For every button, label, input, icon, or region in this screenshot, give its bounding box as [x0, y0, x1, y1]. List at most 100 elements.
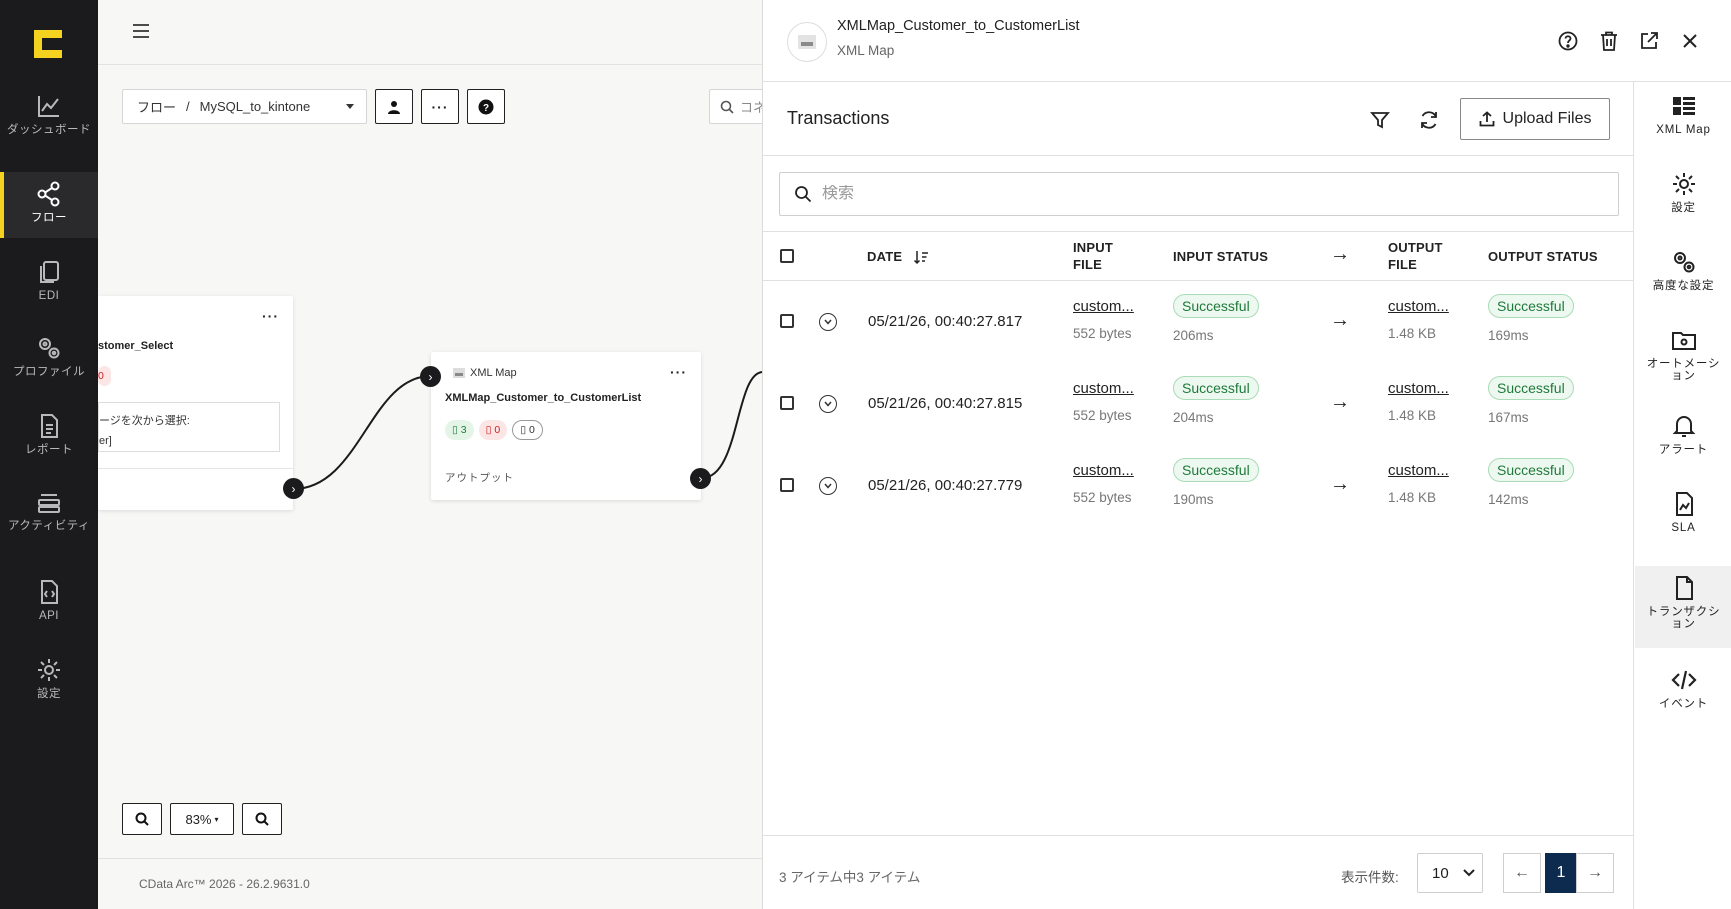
sort-descending-icon[interactable]	[913, 249, 929, 265]
close-button[interactable]	[1679, 30, 1701, 52]
zoom-level-dropdown[interactable]: 83% ▾	[170, 803, 234, 835]
column-header-date[interactable]: DATE	[867, 248, 902, 265]
help-button[interactable]	[1557, 30, 1579, 52]
folder-gear-icon	[1671, 332, 1696, 350]
nav-item-activity[interactable]: アクティビティ	[0, 488, 98, 558]
node-menu-icon[interactable]: ···	[262, 308, 279, 324]
node-type-label: XML Map	[453, 367, 517, 379]
more-options-button[interactable]: ···	[421, 89, 459, 124]
filter-icon[interactable]	[1369, 109, 1391, 131]
help-circle-icon	[1558, 31, 1578, 51]
xml-map-icon	[453, 368, 465, 378]
help-button[interactable]: ?	[467, 89, 505, 124]
code-icon	[1670, 670, 1697, 690]
previous-page-button[interactable]: ←	[1503, 853, 1541, 893]
arrow-right-icon: →	[1330, 243, 1350, 265]
sidebar-item-label: SLA	[1671, 522, 1696, 534]
page-button-current[interactable]: 1	[1545, 853, 1577, 893]
output-file-link[interactable]: custom...	[1388, 462, 1449, 479]
flow-node-customer-select[interactable]: ··· stomer_Select 0 ージを次から選択: er] ›	[98, 296, 304, 510]
table-row[interactable]: 05/21/26, 00:40:27.815 custom... 552 byt…	[763, 364, 1634, 446]
expand-row-button[interactable]	[819, 395, 837, 413]
nav-label: 設定	[37, 688, 61, 700]
expand-row-button[interactable]	[819, 313, 837, 331]
row-checkbox[interactable]	[780, 396, 794, 410]
sidebar-item-events[interactable]: イベント	[1635, 658, 1731, 734]
hamburger-menu-icon[interactable]	[132, 22, 150, 40]
close-icon	[1683, 34, 1697, 48]
nav-label: プロファイル	[13, 366, 85, 378]
output-duration: 167ms	[1488, 410, 1529, 425]
breadcrumb-flow-name: MySQL_to_kintone	[199, 99, 311, 114]
input-file-link[interactable]: custom...	[1073, 298, 1134, 315]
chart-line-icon	[38, 96, 59, 117]
bell-icon	[1672, 416, 1695, 437]
select-all-checkbox[interactable]	[780, 249, 794, 263]
input-file-link[interactable]: custom...	[1073, 462, 1134, 479]
sidebar-item-transactions[interactable]: トランザクション	[1635, 566, 1731, 648]
sidebar-item-alerts[interactable]: アラート	[1635, 412, 1731, 488]
nav-item-reports[interactable]: レポート	[0, 412, 98, 482]
sidebar-item-sla[interactable]: SLA	[1635, 490, 1731, 566]
node-badges: ▯ 3 ▯ 0 ▯ 0	[445, 420, 548, 440]
output-file-link[interactable]: custom...	[1388, 298, 1449, 315]
output-port[interactable]: ›	[283, 478, 304, 499]
flow-node-xmlmap[interactable]: › XML Map ··· XMLMap_Customer_to_Custome…	[420, 352, 711, 500]
search-input[interactable]	[822, 185, 1602, 203]
help-circle-icon: ?	[478, 99, 494, 114]
sidebar-item-automation[interactable]: オートメーション	[1635, 326, 1731, 402]
footer-divider	[98, 858, 763, 859]
caret-down-icon	[346, 104, 354, 109]
sidebar-item-advanced-settings[interactable]: 高度な設定	[1635, 248, 1731, 324]
table-row[interactable]: 05/21/26, 00:40:27.779 custom... 552 byt…	[763, 446, 1634, 528]
node-error-badge: 0	[98, 366, 111, 386]
input-port[interactable]: ›	[420, 366, 441, 387]
nav-label: アクティビティ	[7, 520, 91, 532]
column-header-output-status: OUTPUT STATUS	[1488, 249, 1598, 264]
external-link-icon	[1641, 32, 1658, 49]
row-checkbox[interactable]	[780, 314, 794, 328]
per-page-select[interactable]: 10	[1417, 853, 1483, 893]
share-nodes-icon	[37, 181, 60, 207]
sidebar-item-label: 高度な設定	[1652, 280, 1715, 292]
nav-item-flow[interactable]: フロー	[0, 172, 98, 238]
row-checkbox[interactable]	[780, 478, 794, 492]
input-file-link[interactable]: custom...	[1073, 380, 1134, 397]
output-duration: 142ms	[1488, 492, 1529, 507]
error-count-badge: ▯ 0	[478, 420, 508, 440]
output-file-link[interactable]: custom...	[1388, 380, 1449, 397]
node-title: stomer_Select	[98, 340, 174, 352]
output-port[interactable]: ›	[690, 468, 711, 489]
transactions-search[interactable]	[779, 172, 1619, 216]
nav-item-edi[interactable]: EDI	[0, 258, 98, 328]
upload-files-button[interactable]: Upload Files	[1460, 98, 1610, 140]
node-menu-icon[interactable]: ···	[670, 364, 687, 380]
refresh-icon[interactable]	[1418, 109, 1440, 131]
input-status-badge: Successful	[1173, 376, 1259, 400]
connector-search[interactable]: コネ	[709, 89, 769, 124]
nav-item-api[interactable]: API	[0, 578, 98, 648]
user-button[interactable]	[375, 89, 413, 124]
nav-item-settings[interactable]: 設定	[0, 656, 98, 726]
breadcrumb-root[interactable]: フロー	[137, 97, 176, 116]
open-external-button[interactable]	[1638, 30, 1660, 52]
table-row[interactable]: 05/21/26, 00:40:27.817 custom... 552 byt…	[763, 282, 1634, 364]
breadcrumb-separator: /	[186, 99, 190, 114]
expand-row-button[interactable]	[819, 477, 837, 495]
delete-button[interactable]	[1598, 30, 1620, 52]
nav-label: レポート	[25, 444, 73, 456]
main-nav: ダッシュボード フロー EDI プロファイル レポート アクティビティ API …	[0, 0, 98, 909]
arrow-right-icon: →	[1587, 864, 1603, 881]
nav-label: フロー	[31, 212, 67, 224]
search-icon	[720, 100, 734, 114]
next-page-button[interactable]: →	[1576, 853, 1614, 893]
zoom-out-button[interactable]	[242, 803, 282, 835]
nav-item-dashboard[interactable]: ダッシュボード	[0, 92, 98, 162]
sidebar-item-settings[interactable]: 設定	[1635, 170, 1731, 246]
sidebar-item-xml-map[interactable]: XML Map	[1635, 92, 1731, 168]
zoom-in-button[interactable]	[122, 803, 162, 835]
flow-breadcrumb-select[interactable]: フロー / MySQL_to_kintone	[122, 89, 367, 124]
nav-item-profile[interactable]: プロファイル	[0, 334, 98, 404]
cdata-logo[interactable]	[30, 26, 66, 62]
gear-icon	[1672, 173, 1695, 195]
